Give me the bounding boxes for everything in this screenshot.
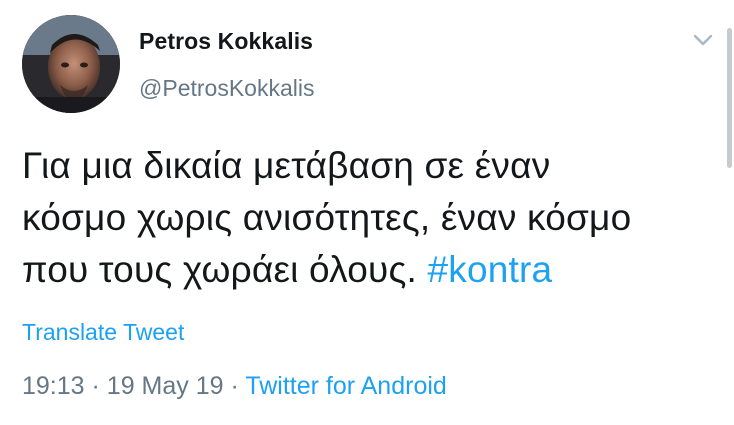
scrollbar[interactable] <box>727 28 732 168</box>
tweet-text-line: Για μια δικαία μετάβαση σε έναν <box>22 145 551 186</box>
tweet-text-line: κόσμο χωρις ανισότητες, έναν κόσμο <box>22 197 632 238</box>
author-handle[interactable]: @PetrosKokkalis <box>139 75 314 102</box>
tweet-text: Για μια δικαία μετάβαση σε έναν κόσμο χω… <box>22 140 702 296</box>
chevron-down-icon[interactable] <box>690 30 716 50</box>
tweet-text-segment: που τους χωράει όλους. <box>22 249 417 290</box>
avatar[interactable] <box>22 15 120 113</box>
tweet-time: 19:13 <box>22 372 85 400</box>
hashtag-link[interactable]: #kontra <box>427 249 552 290</box>
tweet-date: 19 May 19 <box>106 372 224 400</box>
meta-separator: · <box>91 372 100 400</box>
tweet-text-line: που τους χωράει όλους. #kontra <box>22 244 702 296</box>
author-name[interactable]: Petros Kokkalis <box>139 28 313 55</box>
tweet-source-link[interactable]: Twitter for Android <box>245 372 446 400</box>
tweet-meta: 19:13 · 19 May 19 · Twitter for Android <box>22 372 447 401</box>
meta-separator: · <box>230 372 239 400</box>
translate-tweet-link[interactable]: Translate Tweet <box>22 319 184 346</box>
tweet-card: Petros Kokkalis @PetrosKokkalis Για μια … <box>0 0 734 425</box>
